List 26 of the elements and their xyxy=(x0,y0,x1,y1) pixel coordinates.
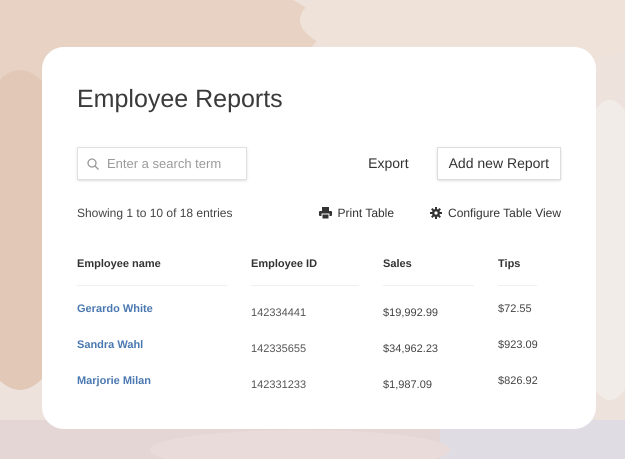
table-cell-text: $72.55 xyxy=(498,302,532,318)
configure-view-button[interactable]: Configure Table View xyxy=(430,204,561,222)
column-header: Employee name xyxy=(77,256,227,286)
print-table-button[interactable]: Print Table xyxy=(318,204,394,222)
column-header: Employee ID xyxy=(251,256,359,286)
add-report-button[interactable]: Add new Report xyxy=(436,147,561,180)
column-header: Sales xyxy=(383,256,474,286)
export-button[interactable]: Export xyxy=(360,147,417,180)
print-icon xyxy=(318,207,332,219)
table-cell-text: 142335655 xyxy=(251,342,306,358)
employee-name-link[interactable]: Marjorie Milan xyxy=(77,373,151,390)
table-cell-text: 142334441 xyxy=(251,306,306,322)
entries-summary: Showing 1 to 10 of 18 entries xyxy=(77,205,232,222)
column-header: Tips xyxy=(498,256,537,286)
table-cell-text: $34,962.23 xyxy=(383,342,438,358)
table-cell-text: $826.92 xyxy=(498,374,538,390)
page-title: Employee Reports xyxy=(77,84,284,115)
table-cell-text: $1,987.09 xyxy=(383,378,432,394)
search-icon xyxy=(87,158,99,170)
search-field[interactable]: Enter a search term xyxy=(77,147,247,180)
gear-icon xyxy=(430,207,442,219)
table-cell-text: $923.09 xyxy=(498,338,538,354)
employee-name-link[interactable]: Sandra Wahl xyxy=(77,337,144,354)
employee-name-link[interactable]: Gerardo White xyxy=(77,301,153,318)
table-cell-text: 142331233 xyxy=(251,378,306,394)
table-cell-text: $19,992.99 xyxy=(383,306,438,322)
